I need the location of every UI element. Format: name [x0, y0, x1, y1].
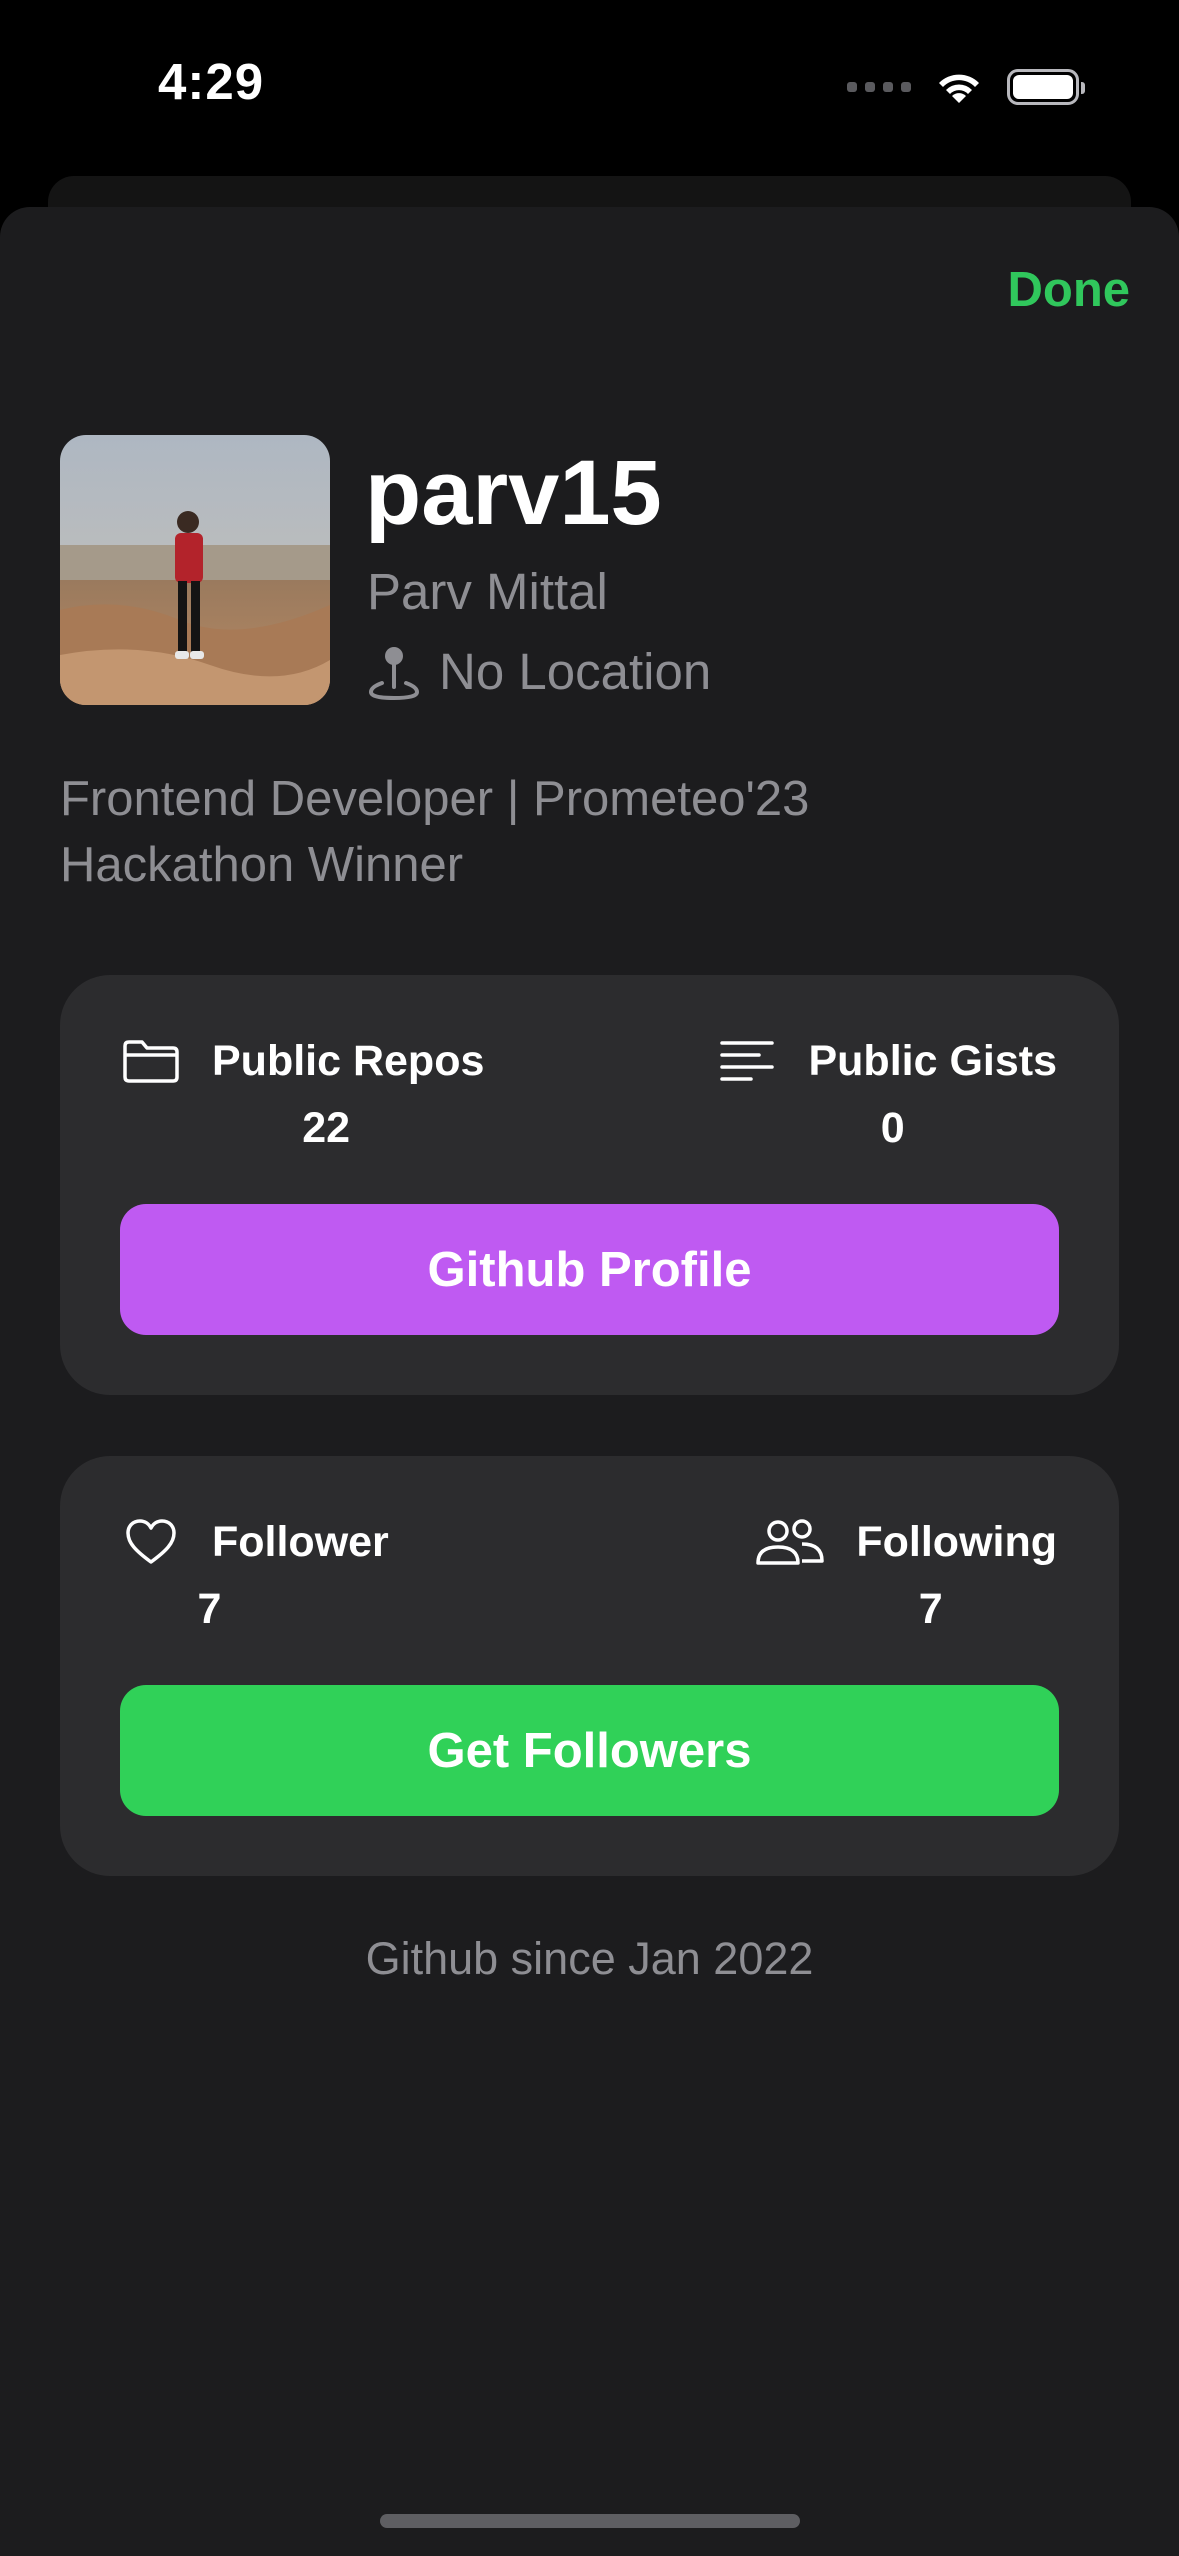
heart-icon [120, 1511, 182, 1573]
person-2-icon [754, 1511, 826, 1573]
full-name: Parv Mittal [367, 563, 608, 620]
public-repos-stat: Public Repos 22 [120, 1030, 484, 1153]
followers-card: Follower 7 Following 7 Get Followers [60, 1456, 1119, 1876]
get-followers-button[interactable]: Get Followers [120, 1685, 1059, 1816]
bio: Frontend Developer | Prometeo'23 Hackath… [60, 772, 810, 892]
public-gists-value: 0 [880, 1104, 905, 1152]
public-gists-stat: Public Gists 0 [716, 1030, 1057, 1153]
done-button[interactable]: Done [1008, 262, 1131, 318]
followers-stat: Follower 7 [120, 1511, 389, 1634]
text-align-left-icon [716, 1030, 778, 1092]
status-time: 4:29 [158, 53, 265, 110]
location-label: No Location [439, 643, 712, 700]
github-since-label: Github since Jan 2022 [365, 1933, 814, 1984]
public-repos-label: Public Repos [212, 1036, 485, 1085]
screen: 4:29 Done parv15 Parv Mittal No Location… [0, 0, 1179, 2556]
location: No Location [367, 642, 711, 701]
status-icons [847, 62, 1085, 112]
github-profile-button[interactable]: Github Profile [120, 1204, 1059, 1335]
location-pin-icon [368, 646, 420, 700]
avatar [60, 435, 330, 705]
followers-value: 7 [197, 1585, 222, 1633]
username: parv15 [365, 442, 662, 544]
following-label: Following [856, 1517, 1057, 1566]
wifi-icon [939, 74, 979, 103]
folder-icon [120, 1030, 182, 1092]
repos-card: Public Repos 22 Public Gists 0 Github Pr… [60, 975, 1119, 1395]
following-value: 7 [918, 1585, 943, 1633]
battery-icon [1007, 69, 1085, 105]
following-stat: Following 7 [754, 1511, 1057, 1634]
public-gists-label: Public Gists [808, 1036, 1057, 1085]
home-indicator[interactable] [380, 2514, 800, 2528]
public-repos-value: 22 [302, 1104, 351, 1152]
followers-label: Follower [212, 1517, 389, 1566]
cellular-signal-icon [847, 82, 911, 92]
